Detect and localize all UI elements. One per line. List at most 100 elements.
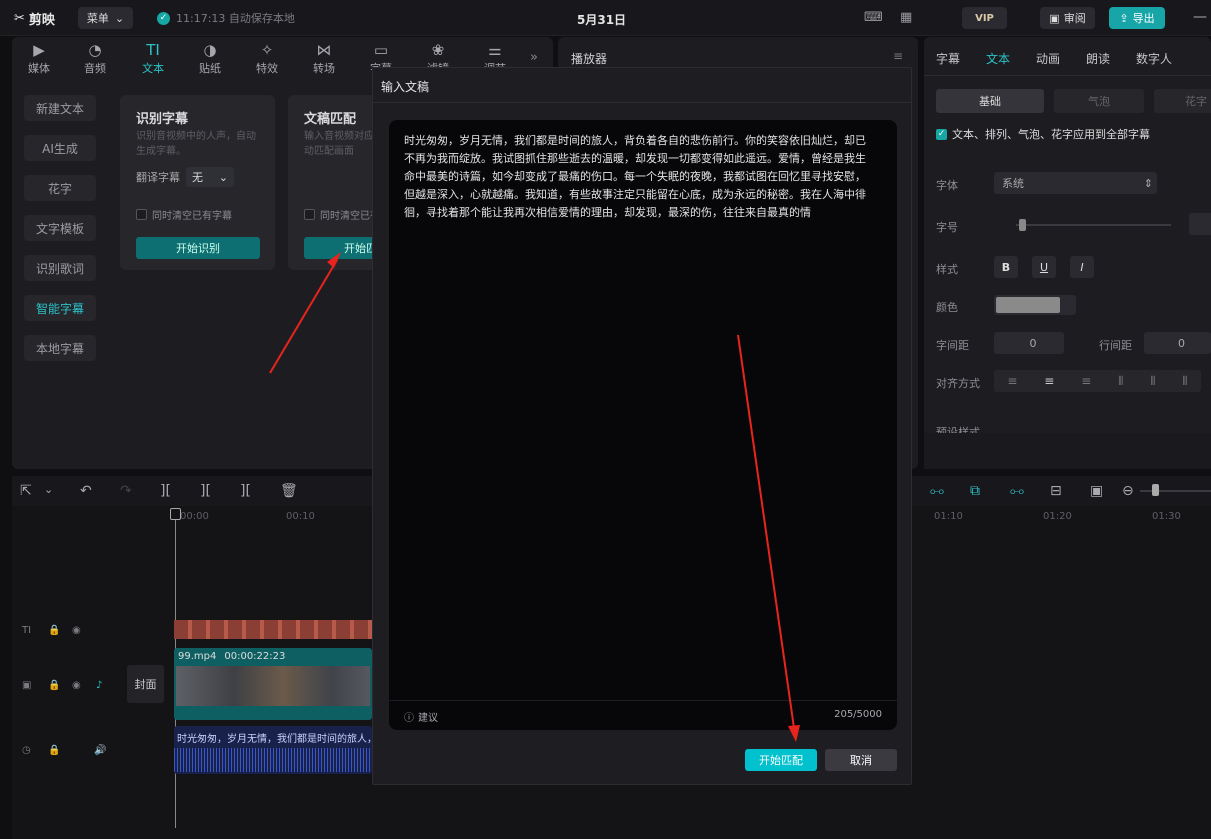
clear-existing-checkbox[interactable]: 同时清空已有字幕 [304,207,378,222]
link-icon[interactable]: ⧟ [930,483,944,499]
subtitle-track-clips[interactable] [174,620,372,639]
script-textarea[interactable]: 时光匆匆，岁月无情，我们都是时间的旅人，背负着各自的悲伤前行。你的笑容依旧灿烂，… [389,120,897,730]
align-right-icon[interactable]: ≡ [1081,374,1091,388]
lock-icon[interactable]: 🔒 [48,680,60,691]
menu-button[interactable]: 菜单 ⌄ [78,7,133,29]
keyboard-icon[interactable]: ⌨ [864,10,883,25]
apply-all-checkbox[interactable]: ✓ 文本、排列、气泡、花字应用到全部字幕 [936,126,1150,142]
video-clip[interactable]: 99.mp4 00:00:22:23 [174,648,372,720]
bold-button[interactable]: B [994,256,1018,278]
translate-select[interactable]: 无 ⌄ [186,167,234,187]
side-nav-local-subtitle[interactable]: 本地字幕 [24,335,96,361]
suggestion-label: 建议 [418,713,438,724]
check-icon: ✓ [157,11,170,25]
script-text[interactable]: 时光匆匆，岁月无情，我们都是时间的旅人，背负着各自的悲伤前行。你的笑容依旧灿烂，… [404,132,876,222]
align-center-icon[interactable]: ≡ [1044,374,1054,388]
filter-icon: ❀ [431,41,445,59]
eye-icon[interactable]: ◉ [72,680,81,691]
trim-left-icon[interactable]: ][ [200,483,211,499]
redo-icon[interactable]: ↷ [120,483,132,499]
char-count: 205/5000 [834,709,882,720]
card-title: 文稿匹配 [304,112,357,127]
font-select[interactable]: 系统 ⇕ [994,172,1157,194]
textarea-footer: ⓘ 建议 205/5000 [389,700,897,730]
tool-transition[interactable]: ⋈ 转场 [299,41,349,76]
video-track-icon: ▣ [22,680,32,691]
tool-label: 特效 [256,62,278,75]
suggestion-link[interactable]: ⓘ 建议 [404,709,438,724]
underline-button[interactable]: U [1032,256,1056,278]
side-nav-text-template[interactable]: 文字模板 [24,215,96,241]
tab-subtitle[interactable]: 字幕 [936,50,960,67]
apply-all-label: 文本、排列、气泡、花字应用到全部字幕 [952,128,1150,141]
trim-right-icon[interactable]: ][ [240,483,251,499]
lock-icon[interactable]: 🔒 [48,745,60,756]
menu-icon[interactable]: ≡ [893,49,903,63]
subtab-fancy[interactable]: 花字 [1154,89,1211,113]
italic-button[interactable]: I [1070,256,1094,278]
clear-existing-checkbox[interactable]: 同时清空已有字幕 [136,207,232,222]
side-nav-ai[interactable]: AI生成 [24,135,96,161]
clip-header: 99.mp4 00:00:22:23 [178,651,285,662]
size-slider-handle[interactable] [1019,219,1026,231]
tool-label: 媒体 [28,62,50,75]
vip-badge[interactable]: VIP [962,7,1007,29]
minimize-icon[interactable]: — [1193,9,1207,25]
tab-text[interactable]: 文本 [986,50,1010,67]
tool-effects[interactable]: ✧ 特效 [242,41,292,76]
cover-button[interactable]: 封面 [127,665,164,703]
tab-digital-human[interactable]: 数字人 [1136,50,1172,67]
audio-on-icon[interactable]: ♪ [96,680,102,691]
align-vbottom-icon[interactable]: ⦀ [1182,374,1187,389]
subtab-bubble[interactable]: 气泡 [1054,89,1144,113]
lock-icon[interactable]: 🔒 [48,625,60,636]
center-split-icon[interactable]: ⊟ [1050,483,1062,499]
tool-sticker[interactable]: ◑ 贴纸 [185,41,235,76]
card-title: 识别字幕 [136,112,189,127]
tool-media[interactable]: ▶ 媒体 [14,41,64,76]
zoom-out-icon[interactable]: ⊖ [1122,483,1134,499]
checkbox-box [304,209,315,220]
more-tools-icon[interactable]: » [530,50,538,65]
start-match-button[interactable]: 开始匹配 [304,237,378,259]
undo-icon[interactable]: ↶ [80,483,92,499]
text-icon: TI [146,41,160,59]
tab-animation[interactable]: 动画 [1036,50,1060,67]
start-recognize-button[interactable]: 开始识别 [136,237,260,259]
chevron-down-icon[interactable]: ⌄ [44,483,53,496]
zoom-slider-handle[interactable] [1152,484,1159,496]
layout-icon[interactable]: ▦ [900,10,912,25]
zoom-slider-track[interactable] [1140,490,1211,492]
export-button[interactable]: ⇪ 导出 [1109,7,1165,29]
side-nav-new-text[interactable]: 新建文本 [24,95,96,121]
color-picker[interactable] [994,295,1076,315]
volume-icon[interactable]: 🔊 [94,745,106,756]
size-slider-track[interactable] [1016,224,1171,226]
line-spacing-input[interactable]: 0 [1144,332,1211,354]
tool-audio[interactable]: ◔ 音频 [70,41,120,76]
linkage-icon[interactable]: ⧟ [1010,483,1024,499]
subtab-basic[interactable]: 基础 [936,89,1044,113]
playhead-handle[interactable] [170,508,181,520]
eye-icon[interactable]: ◉ [72,625,81,636]
size-input[interactable] [1189,213,1211,235]
delete-icon[interactable]: 🗑 [280,483,298,499]
letter-spacing-input[interactable]: 0 [994,332,1064,354]
select-cursor-icon[interactable]: ⇱ [20,483,32,499]
align-vtop-icon[interactable]: ⦀ [1118,374,1123,389]
side-nav-lyrics[interactable]: 识别歌词 [24,255,96,281]
start-match-button[interactable]: 开始匹配 [745,749,817,771]
preview-axis-icon[interactable]: ▣ [1090,483,1103,499]
tab-read[interactable]: 朗读 [1086,50,1110,67]
tool-text[interactable]: TI 文本 [128,41,178,76]
app-logo: ✂ 剪映 [14,9,55,28]
review-button[interactable]: ▣ 审阅 [1040,7,1095,29]
cancel-button[interactable]: 取消 [825,749,897,771]
audio-clip[interactable]: 时光匆匆，岁月无情，我们都是时间的旅人， [174,726,372,774]
align-vcenter-icon[interactable]: ⦀ [1150,374,1155,389]
side-nav-smart-subtitle[interactable]: 智能字幕 [24,295,96,321]
side-nav-fancy-text[interactable]: 花字 [24,175,96,201]
align-left-icon[interactable]: ≡ [1007,374,1017,388]
magnet-icon[interactable]: ⧉ [970,483,980,499]
split-icon[interactable]: ][ [160,483,171,499]
